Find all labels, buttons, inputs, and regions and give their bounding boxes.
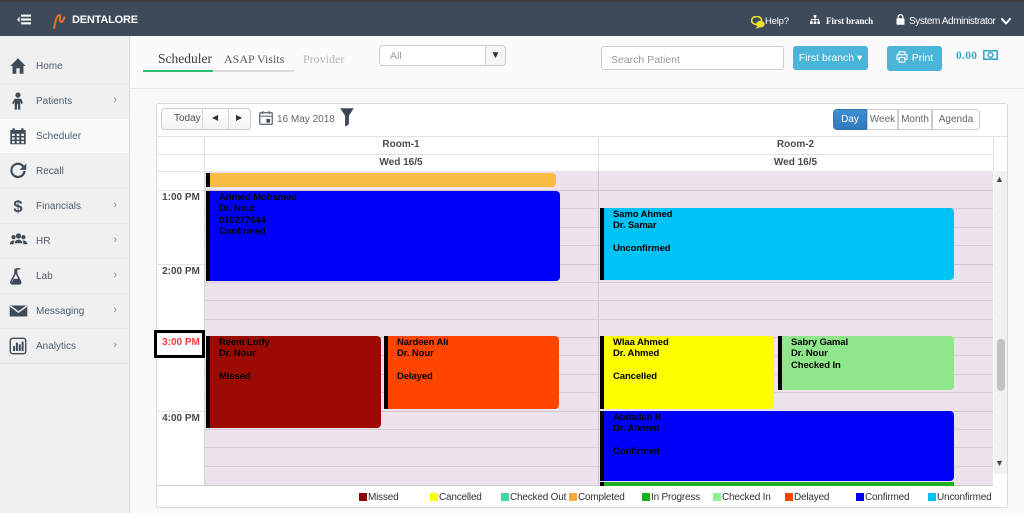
svg-text:$: $: [13, 198, 22, 215]
